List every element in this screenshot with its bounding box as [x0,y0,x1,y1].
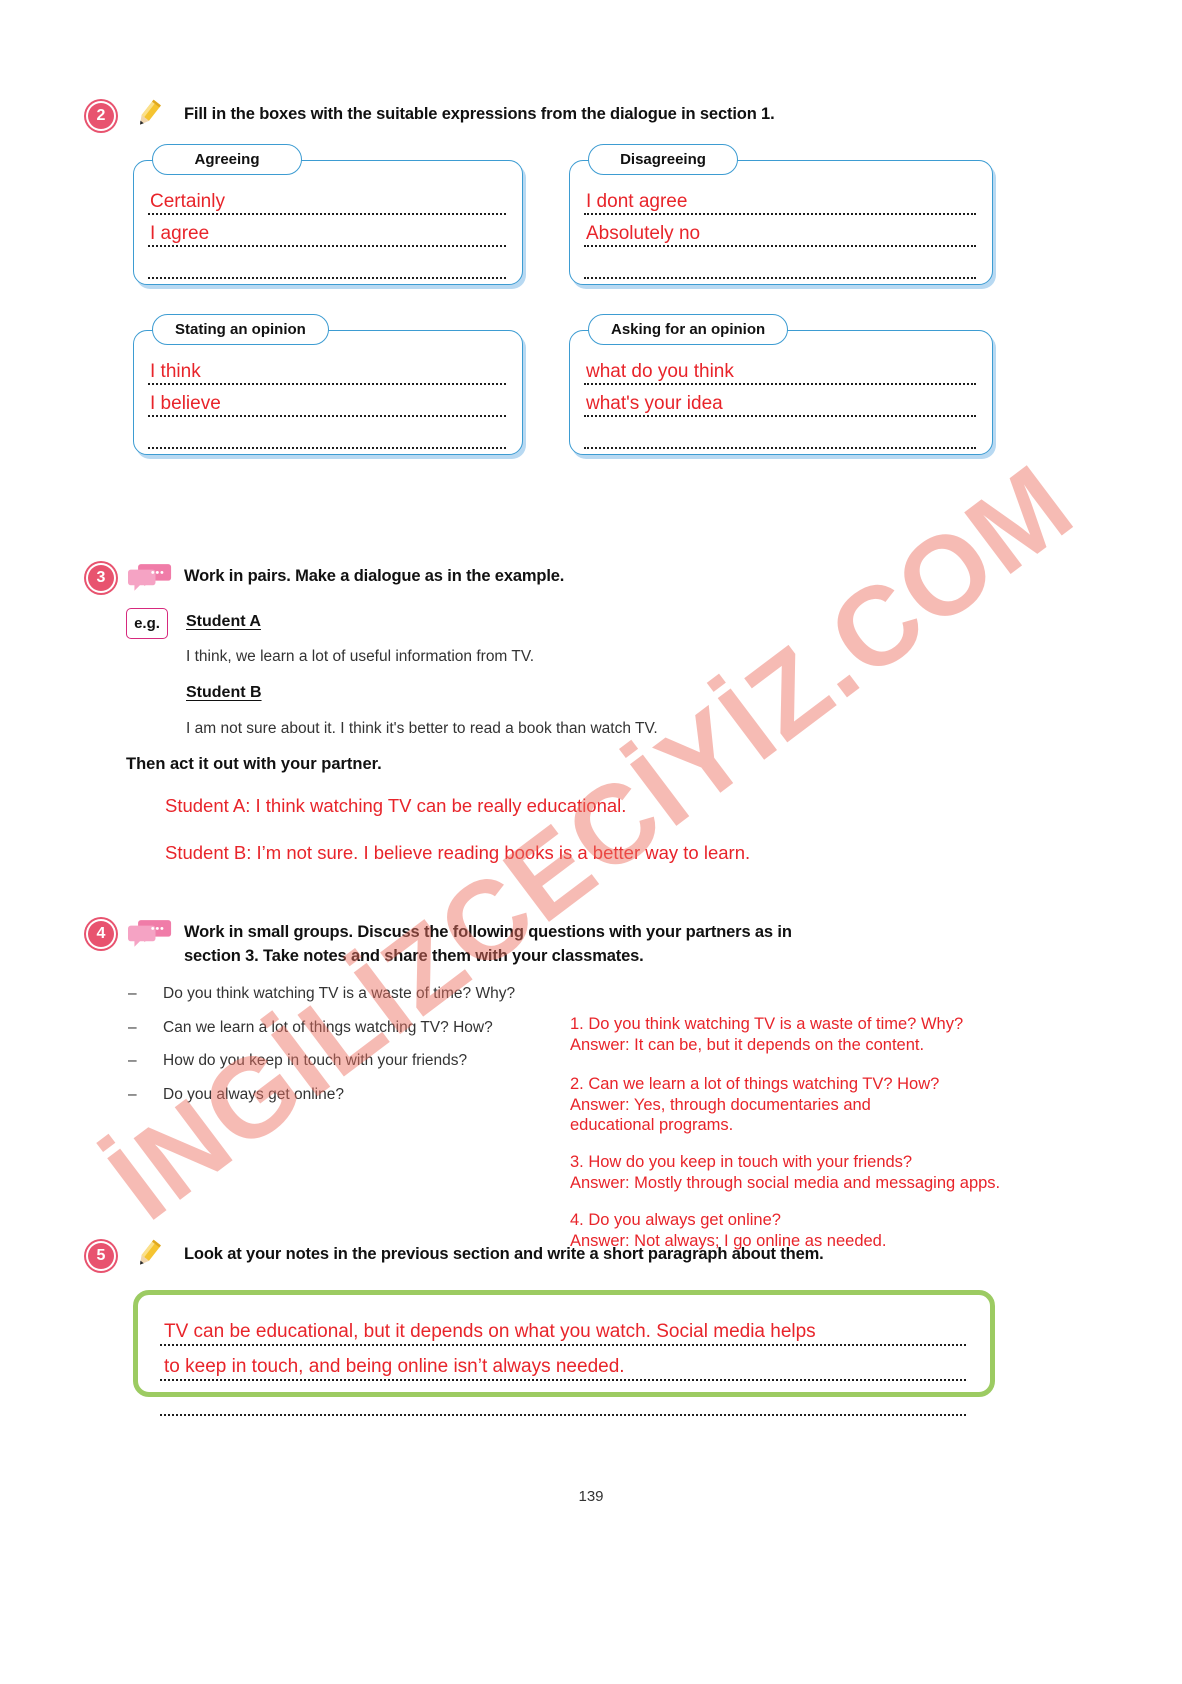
student-a-line: I think, we learn a lot of useful inform… [186,648,535,665]
then-act-instruction: Then act it out with your partner. [126,755,382,773]
student-a-label: Student A [186,613,261,630]
dialogue-answer-student-b: Student B: I’m not sure. I believe readi… [165,842,751,863]
expression-box-label: Agreeing [152,144,302,175]
answer-line[interactable] [148,417,506,449]
note-answer: educational programs. [570,1116,734,1135]
exercise-5-number: 5 [86,1241,116,1271]
exercise-4-header: 4 Work in small groups. Discuss the foll… [86,918,966,969]
exercise-4-instruction: Work in small groups. Discuss the follow… [184,918,792,969]
paragraph-answer-box: TV can be educational, but it depends on… [133,1290,995,1416]
expression-box-lines: I think I believe [148,353,506,449]
answer-line[interactable]: TV can be educational, but it depends on… [160,1311,966,1346]
expression-box-lines: Certainly I agree [148,183,506,279]
speech-bubbles-icon [128,918,172,948]
list-bullet: – [128,985,137,1002]
student-notes-1: 1. Do you think watching TV is a waste o… [570,1014,963,1055]
eg-badge: e.g. [126,608,168,639]
exercise-3-header: 3 Work in pairs. Make a dialogue as in t… [86,562,986,593]
answer-text: Absolutely no [586,223,701,244]
discussion-question: Do you always get online? [163,1086,344,1103]
exercise-3-instruction: Work in pairs. Make a dialogue as in the… [184,567,565,585]
answer-text: TV can be educational, but it depends on… [164,1321,816,1342]
note-question: 3. How do you keep in touch with your fr… [570,1153,913,1171]
student-notes-2: 2. Can we learn a lot of things watching… [570,1074,939,1136]
expression-box-lines: I dont agree Absolutely no [584,183,976,279]
paragraph-answer-lines: TV can be educational, but it depends on… [160,1311,966,1416]
answer-line[interactable]: Certainly [148,183,506,215]
answer-text: what's your idea [586,393,723,414]
pencil-icon [128,1239,172,1270]
list-bullet: – [128,1086,137,1103]
answer-text: I think [150,361,201,382]
note-question: 4. Do you always get online? [570,1211,781,1229]
exercise-2-header: 2 Fill in the boxes with the suitable ex… [86,99,986,131]
answer-text: what do you think [586,361,734,382]
answer-line[interactable]: I believe [148,385,506,417]
note-question: 1. Do you think watching TV is a waste o… [570,1015,964,1033]
answer-line[interactable]: I dont agree [584,183,976,215]
exercise-4-instruction-line-1: Work in small groups. Discuss the follow… [184,923,792,941]
exercise-2-instruction: Fill in the boxes with the suitable expr… [184,105,775,123]
exercise-2-number: 2 [86,101,116,131]
expression-box-label: Asking for an opinion [588,314,789,345]
list-bullet: – [128,1052,137,1069]
expression-box-asking-for-an-opinion: Asking for an opinion what do you think … [569,314,993,455]
expression-box-lines: what do you think what's your idea [584,353,976,449]
answer-line[interactable]: Absolutely no [584,215,976,247]
discussion-question: How do you keep in touch with your frien… [163,1052,468,1069]
answer-text: I believe [150,393,221,414]
expression-box-label: Stating an opinion [152,314,329,345]
pencil-icon [128,99,172,130]
answer-line[interactable] [160,1381,966,1416]
answer-line[interactable]: what do you think [584,353,976,385]
student-b-line: I am not sure about it. I think it's bet… [186,720,658,737]
note-answer: Answer: Yes, through documentaries and [570,1095,871,1114]
answer-line[interactable] [148,247,506,279]
discussion-question: Do you think watching TV is a waste of t… [163,985,516,1002]
answer-line[interactable] [584,417,976,449]
exercise-3-number: 3 [86,563,116,593]
answer-line[interactable]: what's your idea [584,385,976,417]
student-notes-3: 3. How do you keep in touch with your fr… [570,1152,1000,1193]
speech-bubbles-icon [128,562,172,592]
expression-box-label: Disagreeing [588,144,738,175]
student-b-label: Student B [186,684,262,701]
expression-box-disagreeing: Disagreeing I dont agree Absolutely no [569,144,993,285]
answer-text: I agree [150,223,210,244]
exercise-5-instruction: Look at your notes in the previous secti… [184,1245,824,1263]
page-number: 139 [578,1488,604,1505]
answer-text: to keep in touch, and being online isn’t… [164,1356,625,1377]
answer-text: I dont agree [586,191,688,212]
note-question: 2. Can we learn a lot of things watching… [570,1075,940,1093]
exercise-4-number: 4 [86,919,116,949]
discussion-question: Can we learn a lot of things watching TV… [163,1019,493,1036]
answer-line[interactable]: I think [148,353,506,385]
answer-line[interactable] [584,247,976,279]
exercise-4-instruction-line-2: section 3. Take notes and share them wit… [184,946,644,965]
expression-box-agreeing: Agreeing Certainly I agree [133,144,523,285]
worksheet-page: İNGİLİZCECİYİZ.COM 2 Fill in the boxes w… [0,0,1182,1684]
answer-line[interactable]: I agree [148,215,506,247]
dialogue-answer-student-a: Student A: I think watching TV can be re… [165,795,627,816]
note-answer: Answer: It can be, but it depends on the… [570,1035,925,1054]
list-bullet: – [128,1019,137,1036]
answer-line[interactable]: to keep in touch, and being online isn’t… [160,1346,966,1381]
expression-box-stating-an-opinion: Stating an opinion I think I believe [133,314,523,455]
note-answer: Answer: Mostly through social media and … [570,1173,1001,1192]
exercise-5-header: 5 Look at your notes in the previous sec… [86,1239,1006,1271]
answer-text: Certainly [150,191,225,212]
